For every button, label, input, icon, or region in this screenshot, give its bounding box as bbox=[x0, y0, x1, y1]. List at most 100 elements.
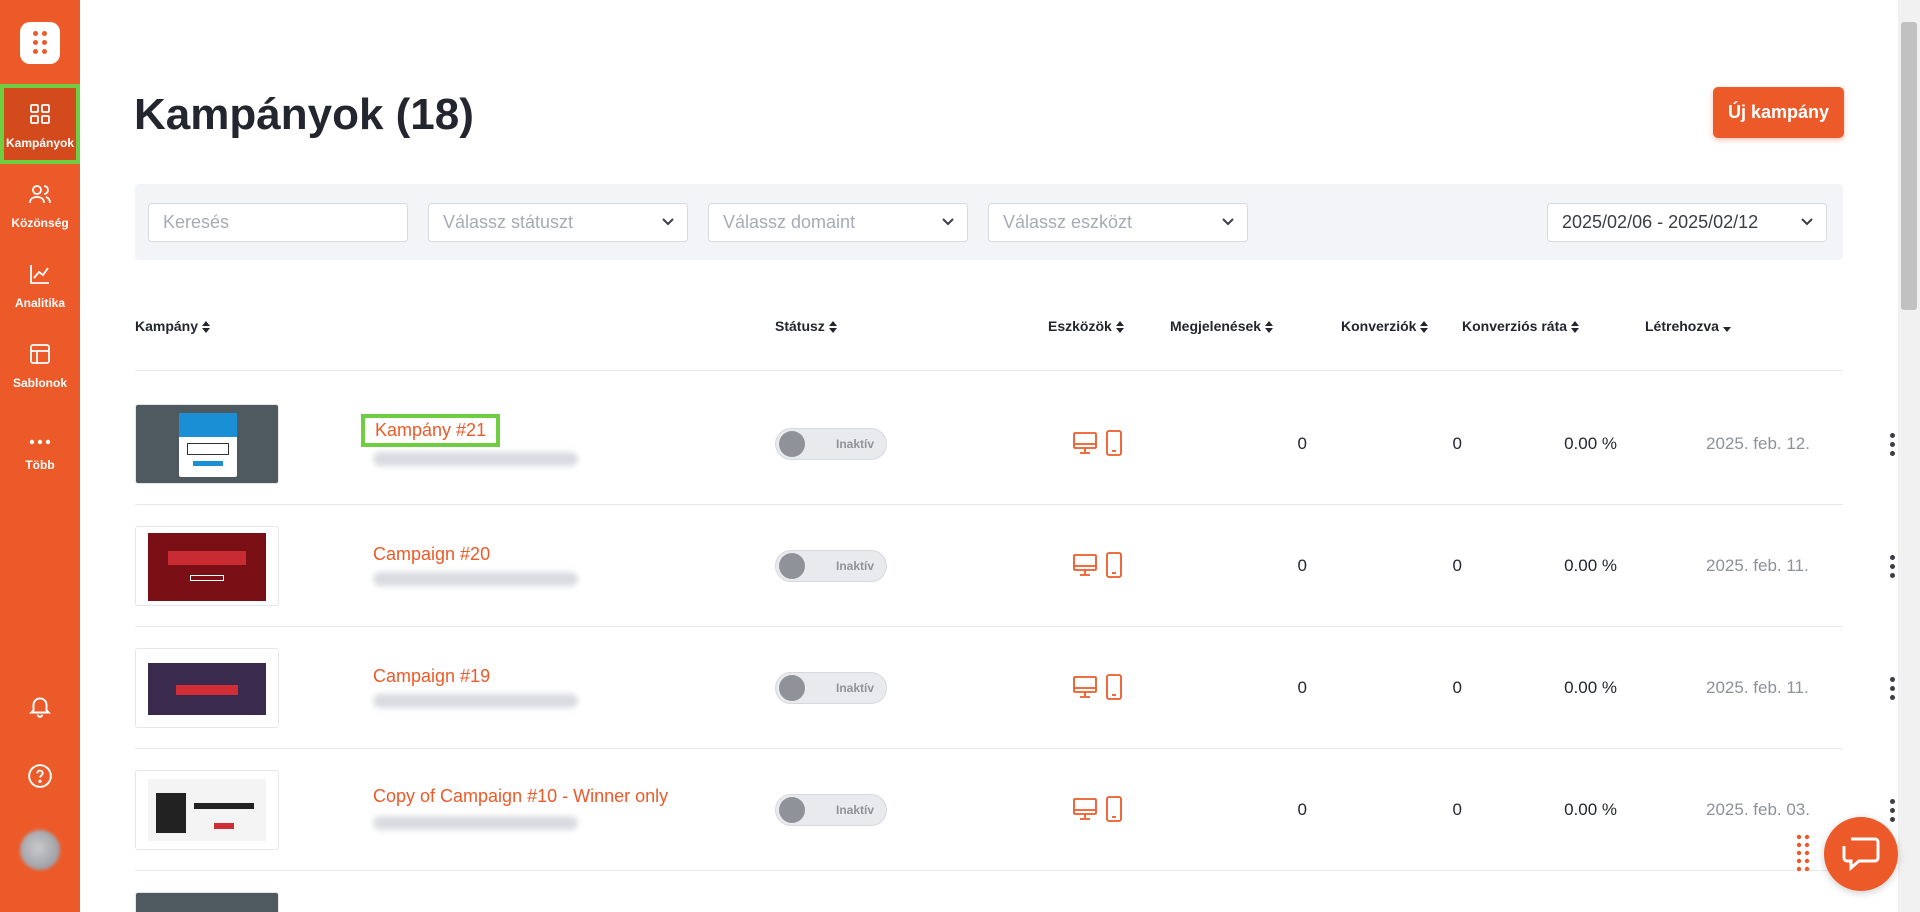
help-button[interactable] bbox=[0, 756, 80, 796]
sidebar-item-label: Közönség bbox=[11, 216, 69, 230]
conversions-value: 0 bbox=[1452, 556, 1462, 575]
campaign-thumbnail[interactable] bbox=[135, 404, 279, 484]
impressions-value: 0 bbox=[1297, 434, 1307, 453]
scrollbar-thumb[interactable] bbox=[1901, 22, 1917, 310]
row-menu-button[interactable] bbox=[1890, 799, 1896, 826]
campaign-thumbnail[interactable] bbox=[135, 648, 279, 728]
column-header-label: Kampány bbox=[135, 318, 199, 334]
sort-icon bbox=[1115, 321, 1124, 334]
status-toggle[interactable]: Inaktív bbox=[775, 428, 887, 460]
bell-icon bbox=[28, 697, 52, 718]
campaign-domain bbox=[373, 572, 578, 586]
row-menu-button[interactable] bbox=[1890, 555, 1896, 582]
layout-icon bbox=[30, 344, 50, 364]
impressions-value: 0 bbox=[1297, 678, 1307, 697]
status-label: Inaktív bbox=[835, 437, 874, 451]
sidebar-item-audience[interactable]: Közönség bbox=[0, 164, 80, 244]
conversions-value: 0 bbox=[1452, 434, 1462, 453]
status-toggle[interactable]: Inaktív bbox=[775, 672, 887, 704]
created-date: 2025. feb. 11. bbox=[1706, 556, 1809, 575]
column-header-impressions[interactable]: Megjelenések bbox=[1170, 318, 1274, 334]
campaign-domain bbox=[373, 452, 578, 466]
date-range-value: 2025/02/06 - 2025/02/12 bbox=[1562, 212, 1759, 232]
campaign-thumbnail[interactable] bbox=[135, 892, 279, 912]
chevron-down-icon bbox=[1222, 218, 1234, 226]
sidebar-item-analytics[interactable]: Analitika bbox=[0, 244, 80, 324]
column-header-conversion-rate[interactable]: Konverziós ráta bbox=[1462, 318, 1580, 334]
row-divider bbox=[135, 870, 1843, 871]
conversions-value: 0 bbox=[1452, 678, 1462, 697]
drag-handle-icon[interactable] bbox=[1796, 834, 1810, 876]
device-select-value: Válassz eszközt bbox=[1003, 212, 1133, 232]
sidebar-item-label: Sablonok bbox=[12, 376, 67, 390]
sidebar-item-templates[interactable]: Sablonok bbox=[0, 324, 80, 404]
column-header-conversions[interactable]: Konverziók bbox=[1341, 318, 1429, 334]
campaign-name-link[interactable]: Kampány #21 bbox=[360, 414, 501, 447]
desktop-icon bbox=[1073, 676, 1097, 698]
impressions-value: 0 bbox=[1297, 800, 1307, 819]
sidebar-item-more[interactable]: Több bbox=[0, 404, 80, 484]
new-campaign-button[interactable]: Új kampány bbox=[1713, 87, 1844, 138]
status-toggle[interactable]: Inaktív bbox=[775, 550, 887, 582]
status-label: Inaktív bbox=[835, 681, 874, 695]
table-row: Copy of Campaign #10 - Winner only Inakt… bbox=[135, 770, 1895, 890]
sort-icon bbox=[1571, 321, 1580, 334]
campaign-thumbnail[interactable] bbox=[135, 526, 279, 606]
column-header-label: Létrehozva bbox=[1645, 318, 1719, 334]
impressions-value: 0 bbox=[1297, 556, 1307, 575]
sidebar: Kampányok Közönség Analitika Sablonok Tö… bbox=[0, 0, 80, 912]
conversion-rate-value: 0.00 % bbox=[1564, 434, 1617, 453]
notifications-button[interactable] bbox=[0, 686, 80, 726]
help-icon bbox=[28, 764, 52, 788]
chart-line-icon bbox=[30, 265, 49, 284]
main-content: Kampányok (18) Új kampány Keresés Válass… bbox=[80, 0, 1898, 912]
domain-select[interactable]: Válassz domaint bbox=[708, 203, 968, 242]
chevron-down-icon bbox=[662, 218, 674, 226]
column-header-status[interactable]: Státusz bbox=[775, 318, 837, 334]
row-menu-button[interactable] bbox=[1890, 433, 1896, 460]
conversion-rate-value: 0.00 % bbox=[1564, 678, 1617, 697]
sort-icon bbox=[1265, 321, 1274, 334]
sidebar-item-label: Több bbox=[25, 458, 55, 472]
campaign-name-link[interactable]: Campaign #20 bbox=[373, 544, 490, 565]
campaign-domain bbox=[373, 694, 578, 708]
row-divider bbox=[135, 748, 1843, 749]
chat-button[interactable] bbox=[1824, 817, 1898, 891]
grid-icon bbox=[30, 104, 50, 124]
sort-icon bbox=[1420, 321, 1429, 334]
status-toggle[interactable]: Inaktív bbox=[775, 794, 887, 826]
table-row: Campaign #20 Inaktív 0 0 0.00 % 2025. fe… bbox=[135, 526, 1895, 646]
row-menu-button[interactable] bbox=[1890, 677, 1896, 704]
conversion-rate-value: 0.00 % bbox=[1564, 800, 1617, 819]
column-header-devices[interactable]: Eszközök bbox=[1048, 318, 1124, 334]
chevron-down-icon bbox=[942, 218, 954, 226]
campaign-name-link[interactable]: Campaign #19 bbox=[373, 666, 490, 687]
avatar[interactable] bbox=[20, 830, 60, 870]
table-row: Campaign #19 Inaktív 0 0 0.00 % 2025. fe… bbox=[135, 648, 1895, 768]
status-select[interactable]: Válassz státuszt bbox=[428, 203, 688, 242]
sort-icon bbox=[828, 321, 837, 334]
column-header-label: Konverziós ráta bbox=[1462, 318, 1568, 334]
search-input[interactable]: Keresés bbox=[148, 203, 408, 242]
campaign-name-link[interactable]: Copy of Campaign #10 - Winner only bbox=[373, 786, 668, 807]
status-label: Inaktív bbox=[835, 803, 874, 817]
users-icon bbox=[29, 185, 51, 204]
mobile-icon bbox=[1106, 552, 1122, 578]
created-date: 2025. feb. 11. bbox=[1706, 678, 1809, 697]
column-header-label: Státusz bbox=[775, 318, 825, 334]
date-range-picker[interactable]: 2025/02/06 - 2025/02/12 bbox=[1547, 203, 1827, 242]
app-logo[interactable] bbox=[20, 22, 60, 64]
sidebar-item-campaigns[interactable]: Kampányok bbox=[0, 84, 80, 164]
more-horizontal-icon bbox=[29, 439, 51, 445]
device-select[interactable]: Válassz eszközt bbox=[988, 203, 1248, 242]
campaign-thumbnail[interactable] bbox=[135, 770, 279, 850]
table-row: Kampány #21 Inaktív 0 0 0.00 % 2025. feb… bbox=[135, 404, 1895, 524]
column-header-label: Megjelenések bbox=[1170, 318, 1262, 334]
desktop-icon bbox=[1073, 798, 1097, 820]
domain-select-value: Válassz domaint bbox=[723, 212, 856, 232]
status-label: Inaktív bbox=[835, 559, 874, 573]
column-header-campaign[interactable]: Kampány bbox=[135, 318, 211, 334]
column-header-created[interactable]: Létrehozva bbox=[1645, 318, 1731, 334]
mobile-icon bbox=[1106, 674, 1122, 700]
sort-desc-icon bbox=[1722, 327, 1731, 333]
